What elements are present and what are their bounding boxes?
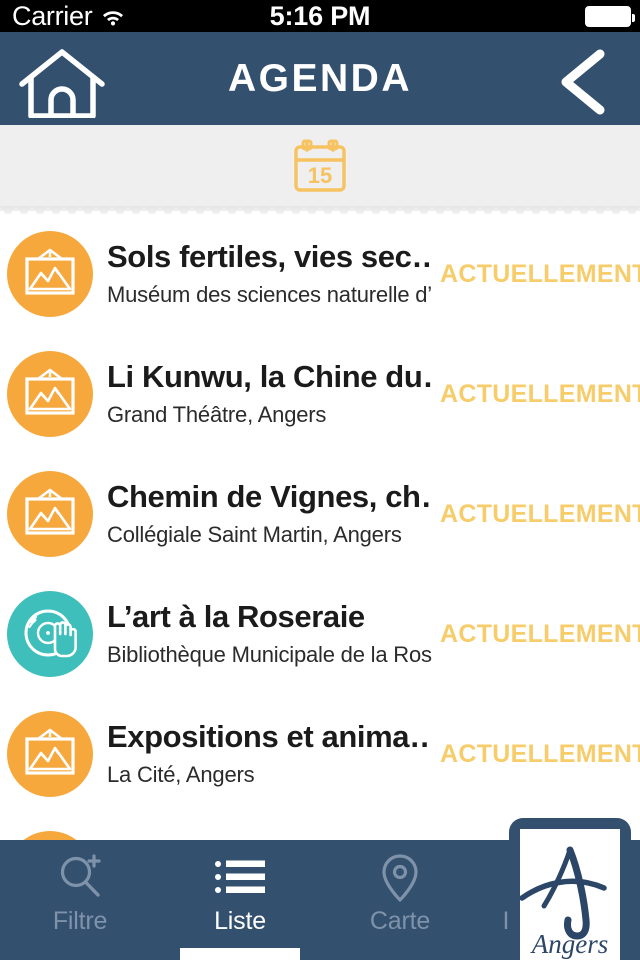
list-item[interactable]: Sols fertiles, vies sec… Muséum des scie… [0, 214, 640, 334]
picture-frame-icon [25, 368, 75, 415]
list-item-icon-badge [7, 471, 93, 557]
nav-header: AGENDA [0, 32, 640, 125]
list-item-subtitle: Bibliothèque Municipale de la Rose… [107, 641, 432, 667]
list-item-subtitle: Collégiale Saint Martin, Angers [107, 521, 402, 547]
page-title: AGENDA [227, 56, 412, 100]
angers-a-glyph: Angers [520, 846, 609, 959]
picture-frame-icon [25, 488, 75, 535]
picture-frame-icon [7, 831, 93, 840]
list-item-icon-badge [7, 231, 93, 317]
tab-label: Filtre [52, 907, 108, 935]
agenda-list[interactable]: Sols fertiles, vies sec… Muséum des scie… [0, 214, 640, 840]
tab-label: Carte [369, 907, 431, 935]
status-badge: ACTUELLEMENT [440, 379, 640, 408]
tab-carte[interactable]: Carte [320, 840, 480, 960]
status-badge: ACTUELLEMENT [440, 259, 640, 288]
calendar-icon: 15 [292, 138, 348, 199]
tab-filtre[interactable]: Filtre [0, 840, 160, 960]
list-item-title: Li Kunwu, la Chine du… [107, 360, 432, 395]
list-item-subtitle: La Cité, Angers [107, 761, 255, 787]
chevron-left-icon[interactable] [550, 48, 616, 116]
map-pin-icon [377, 853, 423, 903]
list-lines-icon [214, 853, 266, 903]
search-plus-icon [55, 853, 105, 903]
tab-label: Liste [214, 907, 266, 935]
list-item[interactable]: Expositions et anima… La Cité, Angers AC… [0, 694, 640, 814]
tab-liste[interactable]: Liste [160, 840, 320, 960]
list-item-text: L’art à la Roseraie Bibliothèque Municip… [107, 600, 440, 668]
status-badge: ACTUELLEMENT [440, 499, 640, 528]
angers-logo[interactable]: Angers [500, 814, 640, 960]
list-item-icon-badge [7, 831, 93, 840]
list-item-title: Chemin de Vignes, ch… [107, 480, 432, 515]
list-item[interactable]: Chemin de Vignes, ch… Collégiale Saint M… [0, 454, 640, 574]
angers-logo-mark: Angers [520, 829, 620, 960]
status-badge: ACTUELLEMENT [440, 739, 640, 768]
clock-label: 5:16 PM [269, 0, 371, 31]
status-bar-right [585, 5, 635, 27]
picture-frame-icon [25, 248, 75, 295]
list-item-icon-badge [7, 711, 93, 797]
list-item-subtitle: Muséum des sciences naturelle d’A… [107, 281, 432, 307]
list-item-title: L’art à la Roseraie [107, 600, 365, 635]
list-item-text: Chemin de Vignes, ch… Collégiale Saint M… [107, 480, 440, 548]
tab-bar: Filtre Liste Carte Angers [0, 818, 640, 960]
status-badge: ACTUELLEMENT [440, 619, 640, 648]
list-item[interactable]: Li Kunwu, la Chine du… Grand Théâtre, An… [0, 334, 640, 454]
status-bar: Carrier 5:16 PM [0, 0, 640, 32]
list-item-text: Expositions et anima… La Cité, Angers [107, 720, 440, 788]
vinyl-record-hand-icon [24, 609, 77, 658]
list-item-text: Li Kunwu, la Chine du… Grand Théâtre, An… [107, 360, 440, 428]
list-item-icon-badge [7, 591, 93, 677]
home-icon[interactable] [18, 46, 106, 119]
list-item-subtitle: Grand Théâtre, Angers [107, 401, 327, 427]
calendar-day-number: 15 [308, 163, 332, 188]
list-item-title: Sols fertiles, vies sec… [107, 240, 432, 275]
app-root: Carrier 5:16 PM AGENDA 15 Sols fertiles,… [0, 0, 640, 960]
list-item-icon-badge [7, 351, 93, 437]
list-item-text: Sols fertiles, vies sec… Muséum des scie… [107, 240, 440, 308]
list-item[interactable]: L’art à la Roseraie Bibliothèque Municip… [0, 574, 640, 694]
list-item-title: Expositions et anima… [107, 720, 432, 755]
angers-wordmark: Angers [530, 929, 609, 959]
active-tab-indicator [180, 948, 300, 960]
picture-frame-icon [25, 728, 75, 775]
battery-icon [585, 5, 635, 27]
angers-logo-frame: Angers [509, 818, 631, 960]
